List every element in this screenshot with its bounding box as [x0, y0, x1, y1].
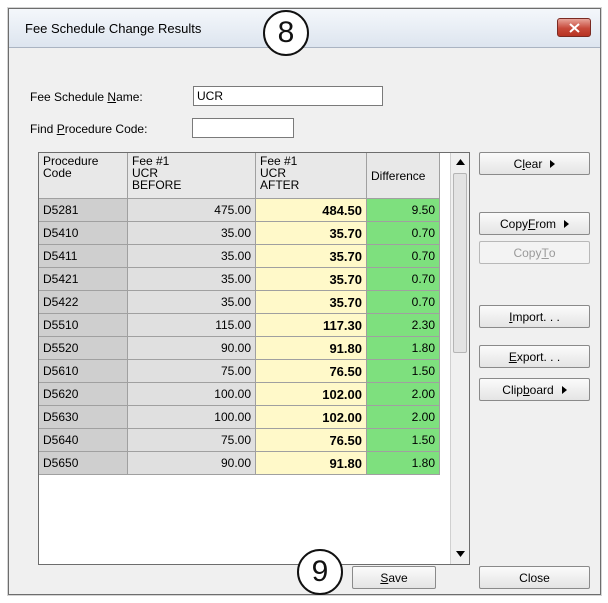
- cell-fee-before[interactable]: 90.00: [127, 336, 256, 360]
- cell-difference[interactable]: 0.70: [366, 290, 440, 314]
- table-row[interactable]: D5650 90.00 91.80 1.80: [39, 451, 440, 475]
- table-row[interactable]: D5421 35.00 35.70 0.70: [39, 267, 440, 291]
- vertical-scrollbar[interactable]: [450, 153, 469, 564]
- submenu-triangle-icon: [561, 385, 567, 394]
- cell-difference[interactable]: 0.70: [366, 244, 440, 268]
- cell-difference[interactable]: 2.00: [366, 405, 440, 429]
- fee-schedule-name-label: Fee Schedule Name:: [30, 90, 143, 104]
- table-row[interactable]: D5610 75.00 76.50 1.50: [39, 359, 440, 383]
- table-row[interactable]: D5520 90.00 91.80 1.80: [39, 336, 440, 360]
- clear-button[interactable]: Cl ear: [479, 152, 590, 175]
- submenu-triangle-icon: [564, 219, 570, 228]
- cell-procedure-code[interactable]: D5620: [39, 382, 128, 406]
- submenu-triangle-icon: [550, 159, 556, 168]
- cell-difference[interactable]: 0.70: [366, 267, 440, 291]
- cell-fee-before[interactable]: 100.00: [127, 382, 256, 406]
- close-button[interactable]: Close: [479, 566, 590, 589]
- cell-procedure-code[interactable]: D5610: [39, 359, 128, 383]
- table-row[interactable]: D5630 100.00 102.00 2.00: [39, 405, 440, 429]
- cell-fee-after[interactable]: 35.70: [255, 221, 367, 245]
- cell-fee-before[interactable]: 115.00: [127, 313, 256, 337]
- cell-fee-before[interactable]: 90.00: [127, 451, 256, 475]
- table-row[interactable]: D5510 115.00 117.30 2.30: [39, 313, 440, 337]
- cell-fee-after[interactable]: 76.50: [255, 428, 367, 452]
- column-header-difference[interactable]: Difference: [366, 153, 440, 199]
- cell-fee-before[interactable]: 475.00: [127, 198, 256, 222]
- table-row[interactable]: D5410 35.00 35.70 0.70: [39, 221, 440, 245]
- cell-fee-before[interactable]: 35.00: [127, 244, 256, 268]
- cell-procedure-code[interactable]: D5410: [39, 221, 128, 245]
- cell-difference[interactable]: 9.50: [366, 198, 440, 222]
- scroll-up-arrow-icon[interactable]: [451, 153, 469, 170]
- cell-fee-after[interactable]: 91.80: [255, 336, 367, 360]
- column-header-fee-before[interactable]: Fee #1 UCR BEFORE: [127, 153, 256, 199]
- cell-fee-after[interactable]: 76.50: [255, 359, 367, 383]
- fee-schedule-change-results-dialog: Fee Schedule Change Results Fee Schedule…: [8, 8, 601, 595]
- table-row[interactable]: D5640 75.00 76.50 1.50: [39, 428, 440, 452]
- scrollbar-thumb[interactable]: [453, 173, 467, 353]
- cell-fee-after[interactable]: 35.70: [255, 244, 367, 268]
- cell-procedure-code[interactable]: D5510: [39, 313, 128, 337]
- cell-difference[interactable]: 0.70: [366, 221, 440, 245]
- save-button[interactable]: Save: [352, 566, 436, 589]
- table-row[interactable]: D5620 100.00 102.00 2.00: [39, 382, 440, 406]
- cell-procedure-code[interactable]: D5520: [39, 336, 128, 360]
- fee-schedule-name-field[interactable]: [193, 86, 383, 106]
- window-title: Fee Schedule Change Results: [25, 21, 202, 36]
- clipboard-button[interactable]: Clip b oard: [479, 378, 590, 401]
- cell-procedure-code[interactable]: D5640: [39, 428, 128, 452]
- fee-results-grid[interactable]: Procedure Code Fee #1 UCR BEFORE Fee #1 UCR A…: [38, 152, 470, 565]
- callout-number-8: 8: [263, 10, 309, 56]
- cell-difference[interactable]: 1.80: [366, 451, 440, 475]
- column-header-fee-after[interactable]: Fee #1 UCR AFTER: [255, 153, 367, 199]
- table-row[interactable]: D5422 35.00 35.70 0.70: [39, 290, 440, 314]
- fee-results-table: Procedure Code Fee #1 UCR BEFORE Fee #1 UCR A…: [39, 153, 440, 475]
- cell-procedure-code[interactable]: D5421: [39, 267, 128, 291]
- close-window-button[interactable]: [557, 18, 591, 37]
- close-x-icon: [569, 23, 580, 33]
- table-row[interactable]: D5281 475.00 484.50 9.50: [39, 198, 440, 222]
- copy-from-button[interactable]: Copy From: [479, 212, 590, 235]
- cell-fee-after[interactable]: 91.80: [255, 451, 367, 475]
- cell-fee-after[interactable]: 35.70: [255, 290, 367, 314]
- table-header-row: Procedure Code Fee #1 UCR BEFORE Fee #1 UCR A…: [39, 153, 440, 199]
- find-procedure-code-label: Find Procedure Code:: [30, 122, 148, 136]
- table-row[interactable]: D5411 35.00 35.70 0.70: [39, 244, 440, 268]
- import-button[interactable]: Import. . .: [479, 305, 590, 328]
- cell-difference[interactable]: 1.50: [366, 428, 440, 452]
- cell-difference[interactable]: 2.30: [366, 313, 440, 337]
- export-button[interactable]: Export. . .: [479, 345, 590, 368]
- cell-procedure-code[interactable]: D5281: [39, 198, 128, 222]
- cell-difference[interactable]: 1.80: [366, 336, 440, 360]
- cell-fee-after[interactable]: 102.00: [255, 382, 367, 406]
- find-procedure-code-input[interactable]: [192, 118, 294, 138]
- cell-fee-before[interactable]: 35.00: [127, 290, 256, 314]
- cell-fee-before[interactable]: 75.00: [127, 428, 256, 452]
- column-header-procedure-code[interactable]: Procedure Code: [39, 153, 128, 199]
- cell-fee-before[interactable]: 100.00: [127, 405, 256, 429]
- cell-procedure-code[interactable]: D5422: [39, 290, 128, 314]
- cell-fee-before[interactable]: 75.00: [127, 359, 256, 383]
- cell-difference[interactable]: 1.50: [366, 359, 440, 383]
- cell-difference[interactable]: 2.00: [366, 382, 440, 406]
- cell-fee-before[interactable]: 35.00: [127, 267, 256, 291]
- cell-fee-after[interactable]: 484.50: [255, 198, 367, 222]
- scroll-down-arrow-icon[interactable]: [451, 545, 469, 562]
- cell-fee-after[interactable]: 102.00: [255, 405, 367, 429]
- callout-number-9: 9: [297, 549, 343, 595]
- cell-procedure-code[interactable]: D5411: [39, 244, 128, 268]
- cell-fee-after[interactable]: 117.30: [255, 313, 367, 337]
- cell-procedure-code[interactable]: D5650: [39, 451, 128, 475]
- cell-fee-before[interactable]: 35.00: [127, 221, 256, 245]
- copy-to-button[interactable]: Copy To: [479, 241, 590, 264]
- cell-fee-after[interactable]: 35.70: [255, 267, 367, 291]
- cell-procedure-code[interactable]: D5630: [39, 405, 128, 429]
